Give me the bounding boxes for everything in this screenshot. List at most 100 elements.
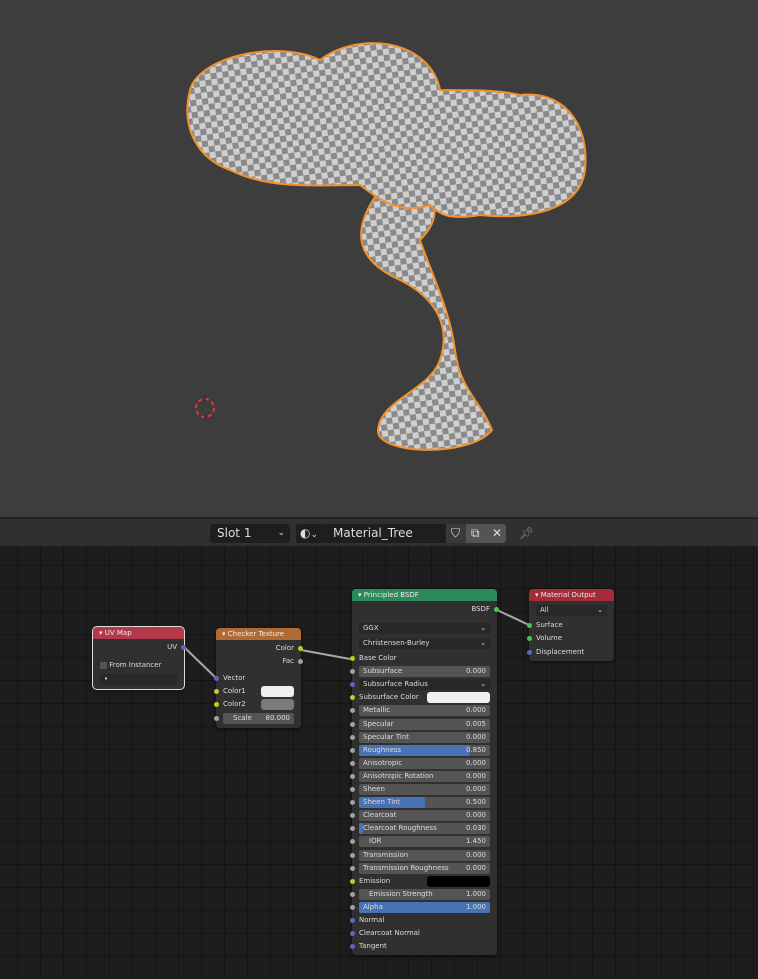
- uv-map-field[interactable]: •: [100, 674, 177, 685]
- anisotropic-rotation-socket[interactable]: [350, 773, 355, 779]
- 3d-viewport[interactable]: [0, 0, 758, 517]
- metallic-field[interactable]: Metallic 0.000: [350, 705, 490, 717]
- material-name-field[interactable]: Material_Tree: [326, 524, 446, 543]
- field-label: Roughness: [363, 745, 402, 754]
- scale-field[interactable]: Scale 80.000: [214, 713, 294, 724]
- anisotropic-field[interactable]: Anisotropic 0.000: [350, 757, 490, 769]
- sheen-field[interactable]: Sheen 0.000: [350, 784, 490, 795]
- field-label: Metallic: [363, 706, 391, 715]
- scale-socket[interactable]: [214, 716, 219, 721]
- clearcoat-normal-socket[interactable]: [350, 931, 355, 937]
- specular-socket[interactable]: [350, 721, 355, 727]
- slot-dropdown[interactable]: Slot 1 ⌄: [210, 524, 290, 543]
- transmission-field[interactable]: Transmission 0.000: [350, 849, 490, 861]
- clearcoat-field[interactable]: Clearcoat 0.000: [350, 810, 490, 822]
- uv-map-header[interactable]: ▾ UV Map: [93, 627, 184, 639]
- material-name: Material_Tree: [333, 526, 413, 540]
- field-label: Sheen Tint: [363, 798, 401, 807]
- socket-label: Color: [275, 644, 294, 652]
- sheen-socket[interactable]: [350, 787, 355, 792]
- checkbox[interactable]: [100, 661, 107, 669]
- subsurface-color-input[interactable]: Subsurface Color: [350, 692, 490, 704]
- normal-socket[interactable]: [350, 918, 355, 923]
- pin-icon[interactable]: 📌︎: [512, 524, 534, 543]
- color1-swatch[interactable]: [261, 686, 294, 697]
- tree-mesh[interactable]: [0, 0, 758, 517]
- subsurface-radius-socket[interactable]: [350, 682, 355, 688]
- base-color-socket[interactable]: [350, 656, 355, 661]
- vector-socket[interactable]: [214, 676, 219, 681]
- transmission-roughness-field[interactable]: Transmission Roughness 0.000: [350, 862, 490, 874]
- output-header[interactable]: ▾ Material Output: [529, 589, 614, 601]
- checker-header[interactable]: ▾ Checker Texture: [216, 628, 301, 640]
- subsurface-field[interactable]: Subsurface 0.000: [350, 666, 490, 678]
- fake-user-shield-icon[interactable]: ⛉: [446, 524, 466, 543]
- emission-strength-field[interactable]: Emission Strength 1.000: [350, 888, 490, 900]
- sheen-tint-socket[interactable]: [350, 800, 355, 806]
- ior-socket[interactable]: [350, 839, 355, 845]
- field-label: Specular: [363, 719, 394, 728]
- dropdown-value: Christensen-Burley: [363, 639, 430, 647]
- clearcoat-socket[interactable]: [350, 813, 355, 819]
- bsdf-output: BSDF: [359, 604, 499, 615]
- ior-field[interactable]: IOR 1.450: [350, 836, 490, 848]
- volume-socket[interactable]: [527, 636, 532, 641]
- subsurface-color-socket[interactable]: [350, 695, 355, 701]
- alpha-socket[interactable]: [350, 904, 355, 910]
- field-label: Transmission: [363, 850, 409, 859]
- metallic-socket[interactable]: [350, 708, 355, 714]
- displacement-socket[interactable]: [527, 650, 532, 655]
- specular-field[interactable]: Specular 0.005: [350, 718, 490, 730]
- material-output-node[interactable]: ▾ Material Output All ⌄ Surface Volume Di…: [527, 589, 614, 661]
- alpha-field[interactable]: Alpha 1.000: [350, 901, 490, 913]
- color-socket[interactable]: [298, 646, 303, 651]
- material-browse-button[interactable]: ◐⌄: [296, 524, 326, 543]
- uv-socket[interactable]: [181, 645, 186, 650]
- tangent-socket[interactable]: [350, 944, 355, 950]
- emission-socket[interactable]: [350, 878, 355, 884]
- checker-texture-node[interactable]: ▾ Checker Texture Color Fac Vector Color…: [214, 628, 303, 728]
- socket-label: Color2: [223, 700, 246, 708]
- anisotropic-socket[interactable]: [350, 760, 355, 766]
- dropdown-value: All: [540, 606, 549, 614]
- bsdf-socket[interactable]: [494, 607, 499, 612]
- field-label: Anisotropic Rotation: [363, 771, 434, 780]
- from-instancer-checkbox[interactable]: From Instancer: [100, 660, 177, 671]
- field-label: Clearcoat Roughness: [363, 824, 437, 833]
- anisotropic-rotation-field[interactable]: Anisotropic Rotation 0.000: [350, 770, 490, 782]
- duplicate-material-icon[interactable]: ⧉: [466, 524, 486, 543]
- fac-socket[interactable]: [298, 659, 303, 664]
- clearcoat-roughness-socket[interactable]: [350, 826, 355, 832]
- field-label: Base Color: [359, 654, 397, 662]
- subsurface-method-dropdown[interactable]: Christensen-Burley ⌄: [359, 638, 490, 649]
- subsurface-socket[interactable]: [350, 669, 355, 675]
- color2-swatch[interactable]: [261, 699, 294, 710]
- emission-swatch[interactable]: [427, 875, 490, 887]
- surface-socket[interactable]: [527, 623, 532, 628]
- principled-header[interactable]: ▾ Principled BSDF: [352, 589, 497, 601]
- checkbox-label: From Instancer: [109, 661, 162, 669]
- distribution-dropdown[interactable]: GGX ⌄: [359, 623, 490, 634]
- target-dropdown[interactable]: All ⌄: [536, 605, 607, 616]
- specular-tint-socket[interactable]: [350, 734, 355, 740]
- roughness-field[interactable]: Roughness 0.850: [350, 744, 490, 756]
- emission-strength-socket[interactable]: [350, 891, 355, 897]
- uv-map-node[interactable]: ▾ UV Map UV From Instancer •: [92, 626, 186, 690]
- principled-bsdf-node[interactable]: ▾ Principled BSDF BSDF GGX ⌄ Christensen-…: [350, 589, 499, 955]
- roughness-socket[interactable]: [350, 747, 355, 753]
- transmission-socket[interactable]: [350, 852, 355, 858]
- color2-socket[interactable]: [214, 702, 219, 707]
- unlink-close-icon[interactable]: ✕: [486, 524, 506, 543]
- shader-node-editor[interactable]: ▾ UV Map UV From Instancer • ▾ Checker T…: [0, 546, 758, 979]
- specular-tint-field[interactable]: Specular Tint 0.000: [350, 731, 490, 743]
- clearcoat-roughness-field[interactable]: Clearcoat Roughness 0.030: [350, 823, 490, 835]
- subsurface-radius-input[interactable]: Subsurface Radius ⌄: [350, 679, 490, 691]
- emission-input[interactable]: Emission: [350, 875, 490, 887]
- transmission-roughness-socket[interactable]: [350, 865, 355, 871]
- link-color-basecolor: [300, 649, 351, 660]
- color1-socket[interactable]: [214, 689, 219, 694]
- chevron-down-icon: ⌄: [480, 639, 486, 647]
- chevron-down-icon: ⌄: [480, 680, 486, 689]
- sheen-tint-field[interactable]: Sheen Tint 0.500: [350, 797, 490, 809]
- subsurface-color-swatch[interactable]: [427, 692, 490, 704]
